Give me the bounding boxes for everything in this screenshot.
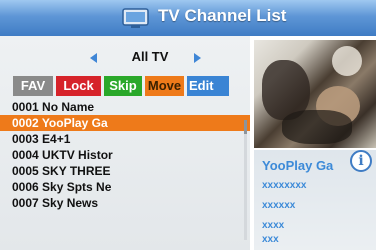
info-icon[interactable]: i — [350, 150, 372, 172]
channel-list: 0001 No Name 0002 YooPlay Ga 0003 E4+1 0… — [0, 99, 250, 211]
arrow-right-icon[interactable] — [194, 53, 201, 63]
channel-row[interactable]: 0004 UKTV Histor — [0, 147, 250, 163]
channel-row-selected[interactable]: 0002 YooPlay Ga — [0, 115, 250, 131]
list-scrollbar[interactable] — [244, 120, 247, 240]
page-title: TV Channel List — [158, 6, 287, 25]
channel-row[interactable]: 0001 No Name — [0, 99, 250, 115]
lock-button[interactable]: Lock — [56, 76, 101, 96]
channel-group-label[interactable]: All TV — [110, 49, 190, 64]
channel-row[interactable]: 0005 SKY THREE — [0, 163, 250, 179]
info-line: xxxxxx — [262, 200, 296, 211]
channel-row[interactable]: 0006 Sky Spts Ne — [0, 179, 250, 195]
arrow-left-icon[interactable] — [90, 53, 97, 63]
preview-panel: YooPlay Ga i xxxxxxxx xxxxxx xxxx xxx — [254, 36, 376, 250]
channel-info-panel: YooPlay Ga i xxxxxxxx xxxxxx xxxx xxx — [254, 150, 376, 250]
scrollbar-thumb[interactable] — [244, 120, 247, 134]
channel-row[interactable]: 0007 Sky News — [0, 195, 250, 211]
video-preview — [254, 40, 376, 148]
info-line: xxx — [262, 234, 279, 245]
channel-list-panel: All TV FAV Lock Skip Move Edit 0001 No N… — [0, 36, 250, 250]
channel-row[interactable]: 0003 E4+1 — [0, 131, 250, 147]
tv-icon — [122, 8, 149, 28]
move-button[interactable]: Move — [145, 76, 184, 96]
skip-button[interactable]: Skip — [104, 76, 142, 96]
fav-button[interactable]: FAV — [13, 76, 53, 96]
info-line: xxxxxxxx — [262, 180, 307, 191]
edit-button[interactable]: Edit — [187, 76, 229, 96]
info-channel-name: YooPlay Ga — [262, 158, 334, 173]
info-line: xxxx — [262, 220, 285, 231]
title-bar: TV Channel List — [0, 0, 376, 36]
